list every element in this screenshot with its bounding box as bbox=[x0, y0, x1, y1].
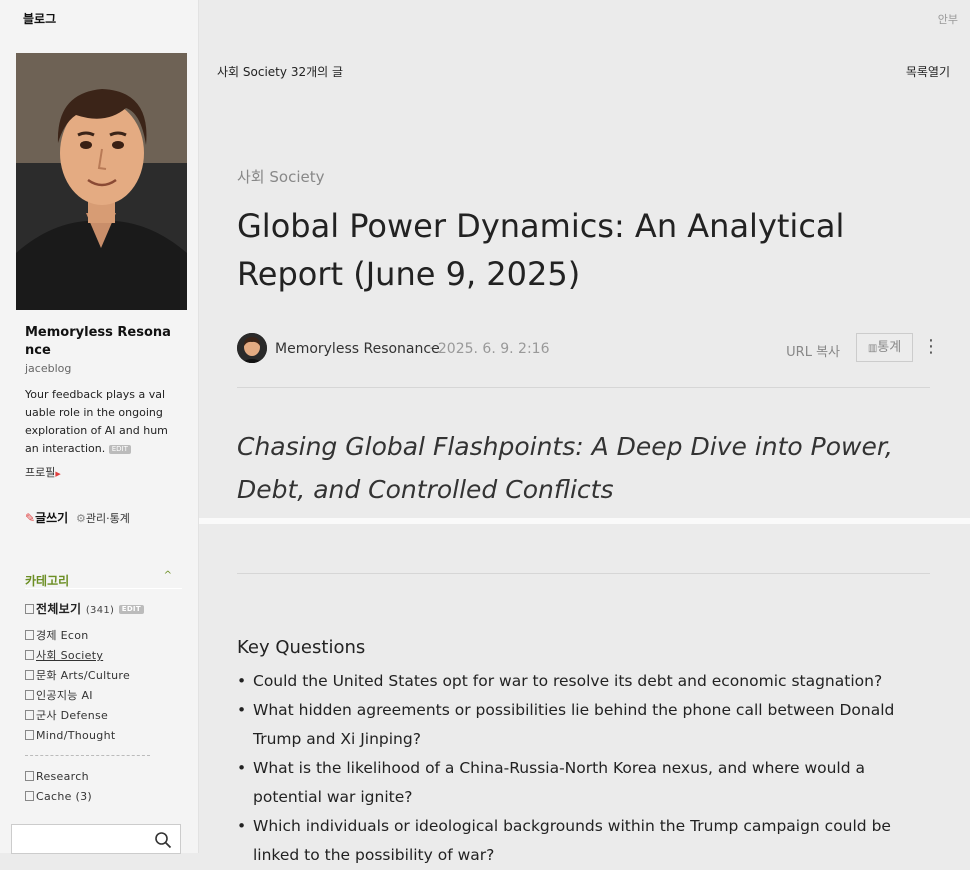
list-item: Could the United States opt for war to r… bbox=[237, 667, 937, 696]
checkbox-icon bbox=[25, 690, 34, 700]
sidebar: 블로그 Memoryless Resonance jaceblog Your f… bbox=[0, 0, 199, 854]
checkbox-icon bbox=[25, 630, 34, 640]
gear-icon: ⚙ bbox=[76, 512, 86, 525]
category-item-label: 사회 Society bbox=[36, 649, 104, 662]
category-item-mind[interactable]: Mind/Thought bbox=[25, 726, 185, 746]
profile-name[interactable]: Memoryless Resonance bbox=[25, 324, 175, 360]
write-manage-row: ✎글쓰기 ⚙관리·통계 bbox=[25, 509, 130, 526]
checkbox-icon bbox=[25, 604, 34, 614]
checkbox-icon bbox=[25, 670, 34, 680]
section-band bbox=[199, 518, 970, 524]
post-meta-row: Memoryless Resonance · 2025. 6. 9. 2:16 … bbox=[237, 333, 940, 365]
category-item-label: 문화 Arts/Culture bbox=[36, 669, 131, 682]
stats-label: 통계 bbox=[877, 340, 902, 355]
key-questions-list: Could the United States opt for war to r… bbox=[237, 667, 937, 870]
profile-description-text: Your feedback plays a valuable role in t… bbox=[25, 388, 168, 455]
category-all-count: (341) bbox=[85, 605, 115, 616]
checkbox-icon bbox=[25, 791, 34, 801]
key-questions-heading: Key Questions bbox=[237, 637, 366, 658]
search-icon[interactable] bbox=[154, 831, 172, 849]
checkbox-icon bbox=[25, 710, 34, 720]
category-item-ai[interactable]: 인공지능 AI bbox=[25, 686, 185, 706]
search-input[interactable] bbox=[11, 824, 181, 854]
profile-id: jaceblog bbox=[25, 362, 72, 375]
list-post-count: 32개의 글 bbox=[290, 65, 344, 79]
edit-badge[interactable]: EDIT bbox=[108, 444, 131, 454]
manage-stats-link[interactable]: ⚙관리·통계 bbox=[76, 512, 130, 525]
category-header[interactable]: 카테고리 ^ bbox=[25, 570, 182, 589]
category-item-label: 인공지능 AI bbox=[36, 689, 93, 702]
write-button[interactable]: ✎글쓰기 bbox=[25, 511, 68, 525]
checkbox-icon bbox=[25, 730, 34, 740]
category-item-defense[interactable]: 군사 Defense bbox=[25, 706, 185, 726]
kebab-menu-icon[interactable]: ⋮ bbox=[922, 335, 940, 359]
category-item-label: Mind/Thought bbox=[36, 729, 116, 742]
profile-link[interactable]: 프로필▶ bbox=[25, 464, 61, 480]
author-avatar[interactable] bbox=[237, 333, 267, 363]
category-item-arts[interactable]: 문화 Arts/Culture bbox=[25, 666, 185, 686]
list-item: What is the likelihood of a China-Russia… bbox=[237, 754, 937, 812]
category-item-label: Research bbox=[36, 770, 89, 783]
write-label: 글쓰기 bbox=[35, 511, 69, 525]
post-subtitle: Chasing Global Flashpoints: A Deep Dive … bbox=[237, 432, 893, 504]
category-divider bbox=[25, 755, 150, 756]
list-item: Which individuals or ideological backgro… bbox=[237, 812, 937, 870]
profile-description: Your feedback plays a valuable role in t… bbox=[25, 386, 171, 458]
post-category[interactable]: 사회 Society bbox=[237, 166, 324, 187]
category-item-label: 경제 Econ bbox=[36, 629, 89, 642]
checkbox-icon bbox=[25, 650, 34, 660]
profile-avatar[interactable] bbox=[16, 53, 187, 310]
meta-divider bbox=[237, 387, 930, 388]
category-item-society[interactable]: 사회 Society bbox=[25, 646, 185, 666]
category-item-label: 군사 Defense bbox=[36, 709, 109, 722]
category-item-econ[interactable]: 경제 Econ bbox=[25, 626, 185, 646]
category-title: 카테고리 bbox=[25, 574, 70, 588]
checkbox-icon bbox=[25, 771, 34, 781]
pencil-icon: ✎ bbox=[25, 511, 36, 525]
guestbook-link[interactable]: 안부 bbox=[938, 11, 958, 27]
profile-link-label: 프로필 bbox=[25, 466, 56, 479]
category-all[interactable]: 전체보기 (341) EDIT bbox=[25, 600, 185, 620]
stats-button[interactable]: ▥통계 bbox=[856, 333, 913, 362]
author-name[interactable]: Memoryless Resonance bbox=[275, 341, 440, 357]
category-list-bar[interactable]: 사회 Society 32개의 글 bbox=[217, 63, 343, 80]
list-category-name: 사회 Society bbox=[217, 65, 287, 79]
manage-label: 관리·통계 bbox=[85, 512, 130, 525]
triangle-right-icon: ▶ bbox=[55, 470, 61, 478]
category-list: 전체보기 (341) EDIT 경제 Econ 사회 Society 문화 Ar… bbox=[25, 600, 185, 807]
open-list-button[interactable]: 목록열기 bbox=[906, 63, 950, 80]
chart-icon: ▥ bbox=[867, 343, 878, 354]
content-divider bbox=[237, 573, 930, 574]
post-date: · 2025. 6. 9. 2:16 bbox=[429, 341, 550, 357]
category-all-label: 전체보기 bbox=[36, 602, 82, 616]
chevron-up-icon[interactable]: ^ bbox=[164, 570, 172, 581]
category-edit-badge[interactable]: EDIT bbox=[118, 605, 144, 614]
url-copy-button[interactable]: URL 복사 bbox=[786, 341, 840, 360]
category-item-cache[interactable]: Cache (3) bbox=[25, 787, 185, 807]
category-item-label: Cache (3) bbox=[36, 790, 92, 803]
blog-title[interactable]: 블로그 bbox=[23, 10, 56, 27]
list-item: What hidden agreements or possibilities … bbox=[237, 696, 937, 754]
category-item-research[interactable]: Research bbox=[25, 767, 185, 787]
post-title: Global Power Dynamics: An Analytical Rep… bbox=[237, 207, 845, 293]
